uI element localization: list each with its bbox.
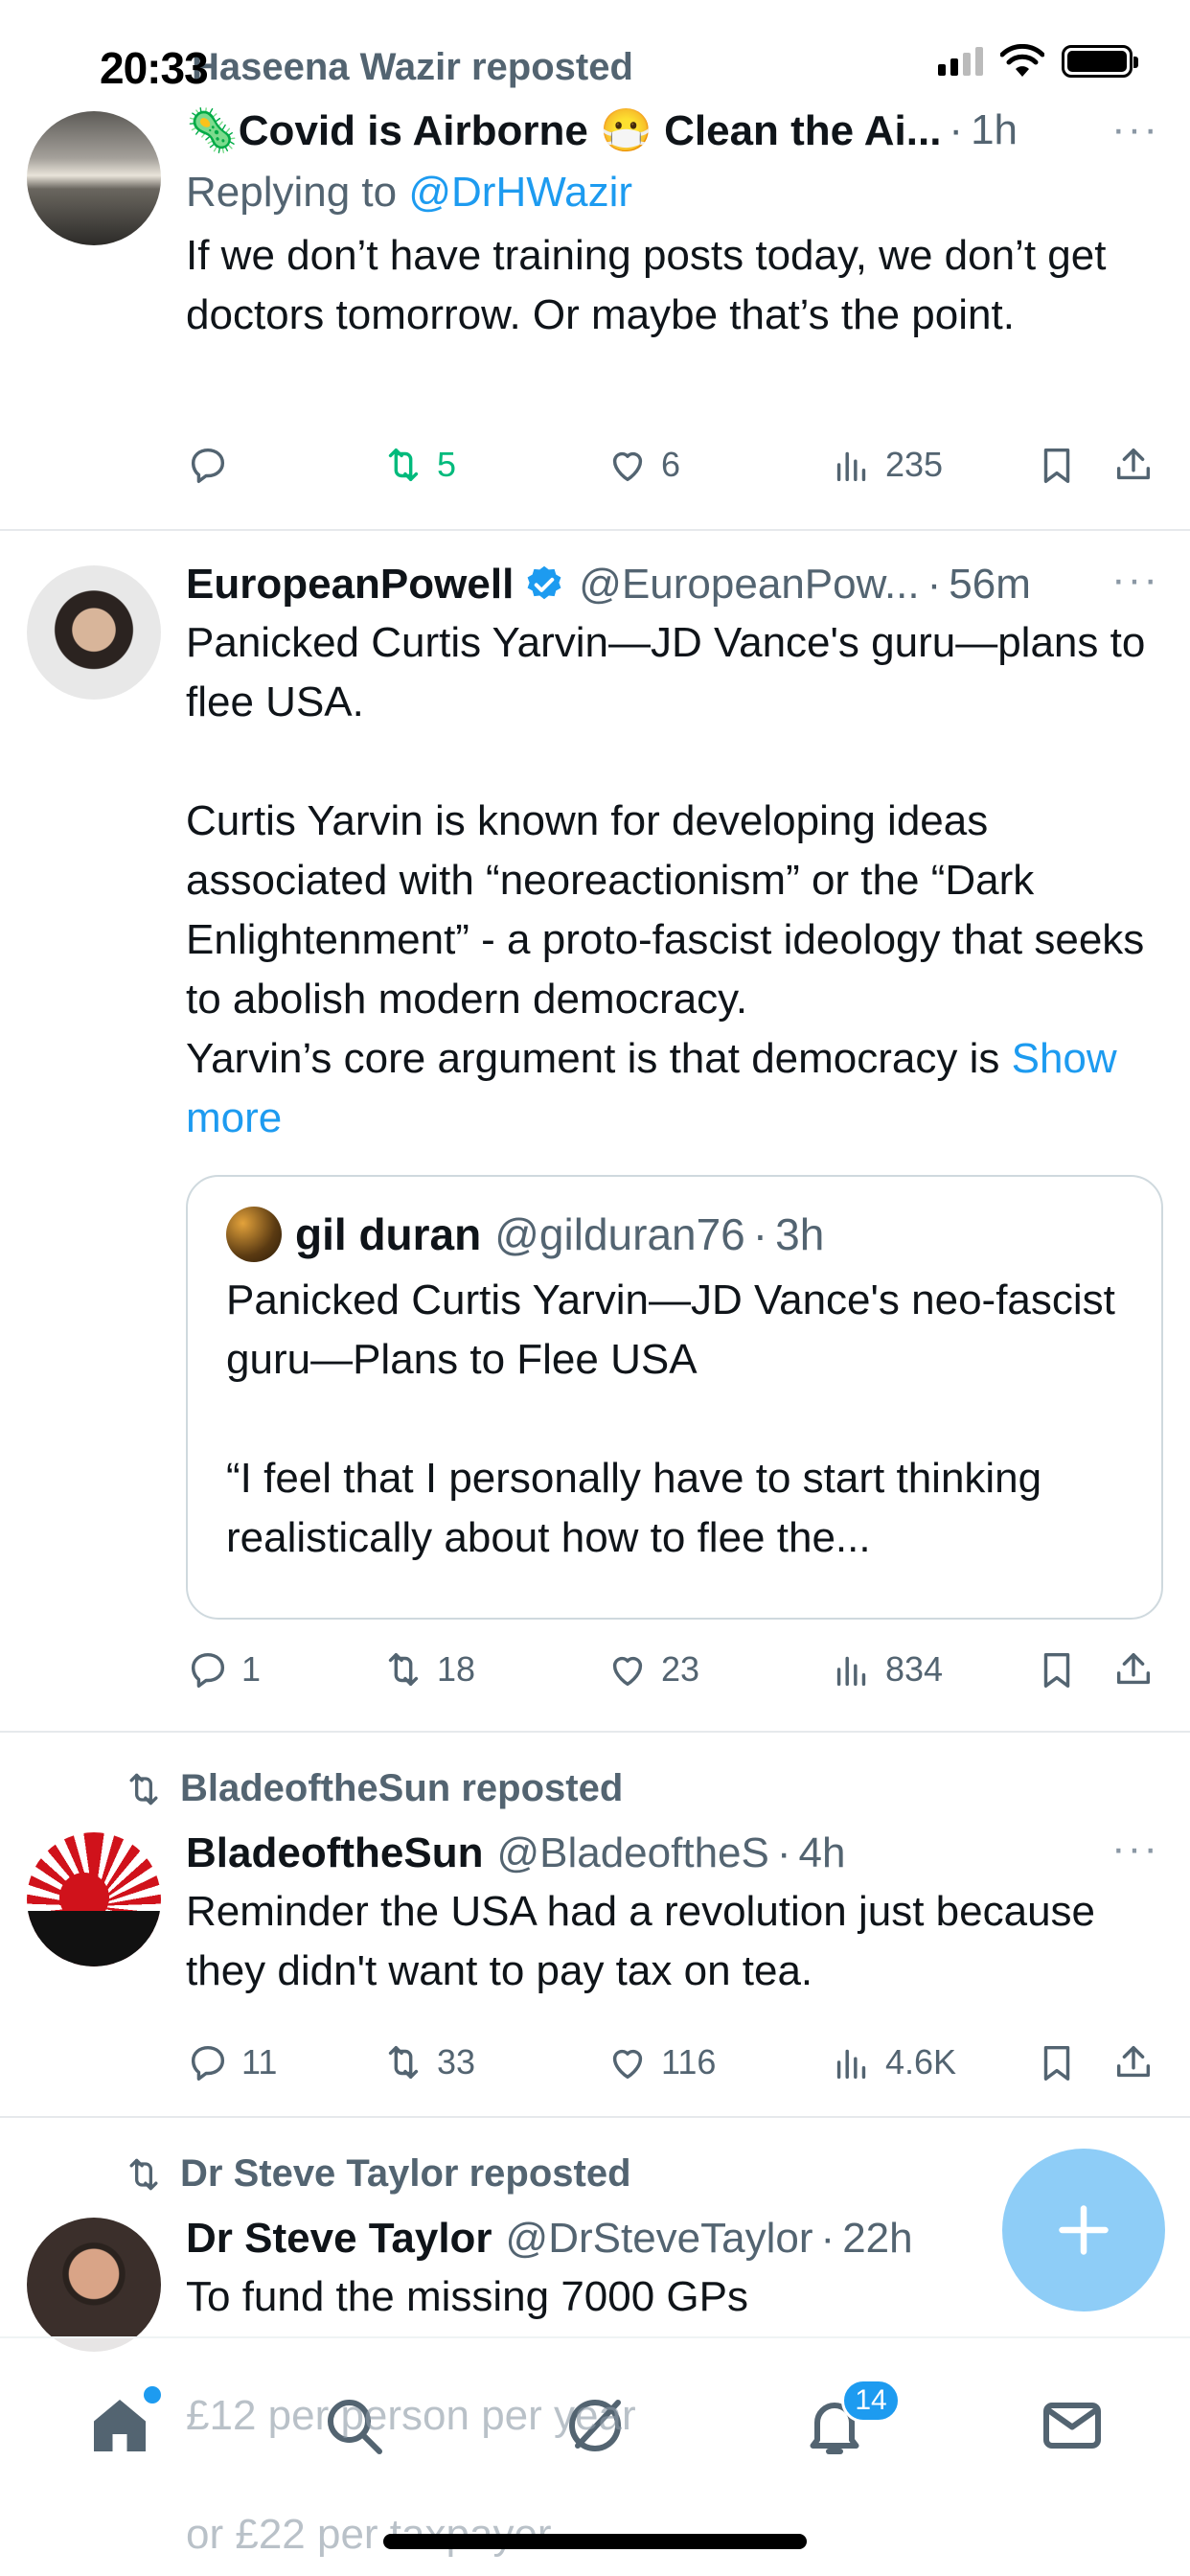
home-indicator[interactable]	[383, 2534, 807, 2549]
like-button[interactable]: 6	[606, 443, 797, 487]
tweet-text-body: Panicked Curtis Yarvin—JD Vance's guru—p…	[186, 619, 1146, 1082]
retweet-button[interactable]: 33	[381, 2040, 573, 2084]
like-count: 116	[661, 2042, 717, 2082]
avatar[interactable]	[27, 565, 161, 700]
retweet-icon	[129, 1773, 158, 1805]
plus-icon	[1059, 2205, 1109, 2255]
heart-icon	[612, 451, 643, 482]
repost-label: BladeoftheSun reposted	[180, 1767, 624, 1809]
retweet-icon	[388, 2045, 419, 2080]
quoted-handle: @gilduran76	[494, 1209, 745, 1259]
battery-icon	[1062, 45, 1138, 78]
retweet-count: 5	[437, 445, 457, 484]
verified-badge-icon	[527, 565, 561, 600]
retweet-count: 33	[437, 2042, 476, 2082]
timestamp[interactable]: 4h	[799, 1829, 846, 1877]
avatar[interactable]	[27, 1832, 161, 1966]
heart-icon	[612, 2049, 643, 2080]
tab-notifications[interactable]: 14	[791, 2379, 901, 2469]
share-icon[interactable]	[1111, 2040, 1156, 2084]
display-name[interactable]: Dr Steve Taylor	[186, 2215, 492, 2263]
views-icon	[836, 1656, 866, 1687]
reply-context: Replying to @DrHWazir	[186, 163, 1163, 222]
wifi-icon	[1000, 44, 1044, 77]
reply-icon	[191, 1652, 225, 1688]
tab-home[interactable]	[77, 2382, 163, 2469]
reply-icon	[191, 2045, 225, 2081]
reply-count: 1	[241, 1649, 262, 1689]
retweet-button[interactable]: 5	[381, 443, 573, 487]
retweet-icon	[388, 448, 419, 482]
views-button[interactable]: 235	[830, 443, 1002, 487]
repost-indicator: BladeoftheSun reposted	[123, 1767, 623, 1810]
tweet-header: BladeoftheSun @BladeoftheS · 4h	[186, 1829, 846, 1877]
retweet-icon	[129, 2158, 158, 2190]
views-count: 235	[885, 445, 944, 484]
handle[interactable]: @EuropeanPow...	[579, 561, 919, 609]
repost-indicator: Dr Steve Taylor reposted	[123, 2152, 631, 2196]
retweet-count: 18	[437, 1649, 476, 1689]
quoted-avatar	[226, 1207, 282, 1262]
tweet-header: EuropeanPowell @EuropeanPow... · 56m	[186, 561, 1031, 609]
views-button[interactable]: 834	[830, 1647, 1002, 1691]
views-icon	[836, 2049, 866, 2080]
reply-button[interactable]: 1	[186, 1647, 349, 1691]
share-icon[interactable]	[1111, 1647, 1156, 1691]
status-bar: 20:33	[0, 0, 1190, 125]
views-count: 834	[885, 1649, 944, 1689]
repost-label: Dr Steve Taylor reposted	[180, 2152, 631, 2195]
like-count: 6	[661, 445, 681, 484]
views-icon	[836, 451, 866, 482]
status-time: 20:33	[100, 43, 209, 93]
mail-icon	[1043, 2403, 1101, 2449]
quoted-tweet[interactable]: gil duran @gilduran76 · 3h Panicked Curt…	[186, 1175, 1163, 1620]
retweet-button[interactable]: 18	[381, 1647, 573, 1691]
quoted-tweet-header: gil duran @gilduran76 · 3h	[226, 1206, 1123, 1263]
tweet-text: If we don’t have training posts today, w…	[186, 232, 1107, 338]
bookmark-icon[interactable]	[1035, 443, 1079, 487]
like-count: 23	[661, 1649, 700, 1689]
new-content-dot	[144, 2386, 161, 2404]
reply-icon	[191, 448, 225, 483]
quoted-text: Panicked Curtis Yarvin—JD Vance's neo-fa…	[226, 1276, 1115, 1561]
avatar[interactable]	[27, 2218, 161, 2352]
reply-button[interactable]	[186, 443, 349, 487]
views-button[interactable]: 4.6K	[830, 2040, 1002, 2084]
home-icon	[94, 2400, 146, 2451]
notifications-badge: 14	[841, 2379, 901, 2423]
retweet-icon	[388, 1652, 419, 1687]
reply-button[interactable]: 11	[186, 2040, 349, 2084]
tweet[interactable]: BladeoftheSun reposted ··· BladeoftheSun…	[0, 1733, 1190, 2118]
reply-handle-link[interactable]: @DrHWazir	[408, 169, 632, 216]
tweet-text: Panicked Curtis Yarvin—JD Vance's guru—p…	[186, 613, 1163, 1148]
tweet-text: Reminder the USA had a revolution just b…	[186, 1888, 1096, 1994]
quoted-timestamp: 3h	[775, 1209, 825, 1259]
compose-button[interactable]	[1002, 2149, 1165, 2312]
status-icons	[938, 44, 1138, 79]
tab-messages[interactable]	[1029, 2382, 1115, 2469]
share-icon[interactable]	[1111, 443, 1156, 487]
heart-icon	[612, 1656, 643, 1687]
views-count: 4.6K	[885, 2042, 957, 2082]
like-button[interactable]: 23	[606, 1647, 797, 1691]
like-button[interactable]: 116	[606, 2040, 797, 2084]
avatar[interactable]	[27, 111, 161, 245]
handle[interactable]: @DrSteveTaylor	[506, 2215, 813, 2263]
tweet-text-continued: £12 per person per year	[186, 2392, 636, 2439]
reply-count: 11	[241, 2042, 278, 2082]
timestamp[interactable]: 22h	[842, 2215, 912, 2263]
bookmark-icon[interactable]	[1035, 1647, 1079, 1691]
quoted-display-name: gil duran	[295, 1209, 482, 1259]
display-name[interactable]: EuropeanPowell	[186, 561, 514, 609]
reply-prefix: Replying to	[186, 169, 409, 216]
cellular-signal-icon	[938, 47, 983, 76]
tweet[interactable]: ··· EuropeanPowell @EuropeanPow... · 56m…	[0, 531, 1190, 1733]
bookmark-icon[interactable]	[1035, 2040, 1079, 2084]
display-name[interactable]: BladeoftheSun	[186, 1829, 483, 1877]
timestamp[interactable]: 56m	[949, 561, 1031, 609]
handle[interactable]: @BladeoftheS	[496, 1829, 768, 1877]
